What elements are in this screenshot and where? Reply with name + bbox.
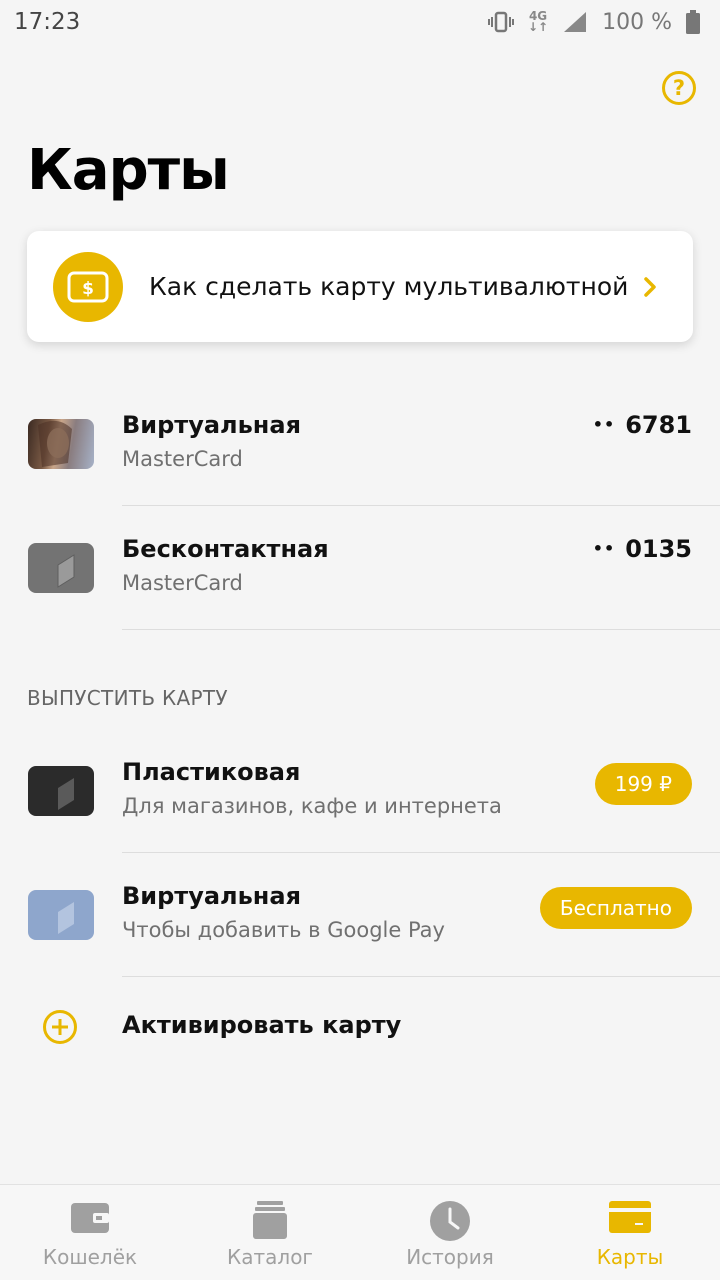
item-subtitle: Для магазинов, кафе и интернета [122, 794, 502, 818]
card-icon [28, 543, 94, 593]
card-image-thumbnail [28, 419, 94, 469]
network-type: 4G [528, 9, 548, 23]
status-icons: 4G ↓↑ 100 % [488, 10, 700, 35]
nav-label: История [406, 1245, 494, 1269]
activate-card-label: Активировать карту [122, 1011, 402, 1039]
card-type: MasterCard [122, 571, 243, 595]
network-indicator: 4G ↓↑ [528, 9, 549, 34]
chevron-right-icon [644, 276, 656, 297]
masked-dots: •• [592, 539, 616, 558]
status-bar: 17:23 4G ↓↑ 100 % [0, 0, 720, 44]
nav-wallet[interactable]: Кошелёк [0, 1185, 180, 1280]
issue-plastic-card-row[interactable]: Пластиковая Для магазинов, кафе и интерн… [0, 729, 720, 853]
help-button[interactable]: ? [662, 71, 696, 105]
battery-text: 100 % [602, 9, 672, 35]
free-badge[interactable]: Бесплатно [539, 887, 692, 929]
nav-cards[interactable]: Карты [540, 1185, 720, 1280]
nav-label: Каталог [227, 1245, 313, 1269]
activate-card-button[interactable]: Активировать карту [0, 978, 720, 1074]
nav-catalog[interactable]: Каталог [180, 1185, 360, 1280]
card-title: Виртуальная [122, 411, 301, 439]
svg-text:$: $ [82, 279, 94, 299]
vibrate-icon [488, 11, 514, 33]
status-time: 17:23 [14, 9, 81, 35]
currency-card-icon: $ [53, 251, 123, 322]
card-icon [28, 766, 94, 816]
battery-icon [686, 10, 700, 34]
multicurrency-promo-banner[interactable]: $ Как сделать карту мультивалютной [27, 231, 693, 342]
card-number: •• 6781 [593, 411, 692, 439]
app-screen: 17:23 4G ↓↑ 100 % ? Карты $ Как сделать … [0, 0, 720, 1280]
card-icon [609, 1201, 651, 1233]
price-badge[interactable]: 199 ₽ [594, 763, 692, 805]
card-row-contactless[interactable]: Бесконтактная MasterCard •• 0135 [0, 506, 720, 630]
bottom-navigation: Кошелёк Каталог История Карты [0, 1184, 720, 1280]
clock-icon [430, 1201, 470, 1241]
question-circle-icon: ? [672, 76, 686, 100]
card-title: Бесконтактная [122, 535, 329, 563]
item-subtitle: Чтобы добавить в Google Pay [122, 918, 445, 942]
nav-history[interactable]: История [360, 1185, 540, 1280]
card-number: •• 0135 [593, 535, 692, 563]
masked-dots: •• [592, 415, 616, 434]
item-title: Виртуальная [122, 882, 301, 910]
nav-label: Кошелёк [42, 1245, 138, 1269]
promo-text: Как сделать карту мультивалютной [149, 272, 629, 301]
divider [122, 976, 720, 977]
catalog-icon [253, 1201, 287, 1239]
wallet-icon [71, 1203, 109, 1233]
plus-circle-icon [43, 1010, 77, 1044]
item-title: Пластиковая [122, 758, 301, 786]
issue-virtual-card-row[interactable]: Виртуальная Чтобы добавить в Google Pay … [0, 853, 720, 977]
page-title: Карты [27, 138, 230, 203]
card-type: MasterCard [122, 447, 243, 471]
card-last-digits: 0135 [625, 535, 692, 563]
card-last-digits: 6781 [625, 411, 692, 439]
section-label-issue-card: ВЫПУСТИТЬ КАРТУ [27, 686, 228, 710]
divider [122, 629, 720, 630]
signal-icon [564, 12, 587, 32]
card-row-virtual[interactable]: Виртуальная MasterCard •• 6781 [0, 382, 720, 506]
nav-label: Карты [596, 1245, 664, 1269]
card-icon [28, 890, 94, 940]
